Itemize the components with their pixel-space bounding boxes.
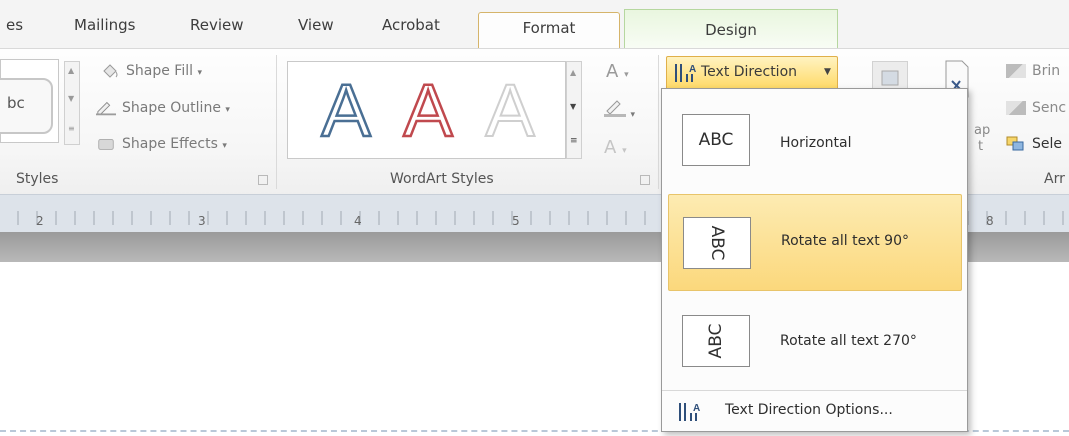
tab-review[interactable]: Review: [190, 16, 244, 34]
tab-format[interactable]: Format: [478, 12, 620, 53]
shape-styles-scroll[interactable]: ▲ ▼ ≡: [64, 61, 80, 145]
wordart-sample-blue[interactable]: A: [318, 74, 374, 146]
text-direction-menu: ABC Horizontal ABC Rotate all text 90° A…: [661, 88, 968, 432]
send-backward-button[interactable]: Senc: [1006, 100, 1066, 116]
selection-pane-label: Sele: [1032, 136, 1063, 152]
horizontal-preview-text: ABC: [698, 130, 734, 150]
selection-pane-button[interactable]: Sele: [1006, 136, 1062, 152]
arrange-group-label: Arr: [1044, 171, 1065, 187]
menu-item-rotate-270[interactable]: ABC Rotate all text 270°: [668, 293, 960, 388]
text-direction-icon: A: [675, 64, 696, 82]
text-effects-icon: A: [604, 137, 617, 158]
text-fill-icon: A: [606, 61, 619, 82]
wrap-text-label-a: ap: [974, 123, 991, 138]
wordart-gallery-scroll[interactable]: ▲ ▼ ≡: [566, 61, 582, 159]
text-effects-button[interactable]: A ▾: [604, 137, 627, 158]
scroll-down-icon: ▼: [68, 94, 75, 103]
shape-fill-button[interactable]: Shape Fill ▾: [100, 63, 202, 79]
send-backward-label: Senc: [1032, 100, 1067, 116]
menu-item-rotate-90[interactable]: ABC Rotate all text 90°: [668, 194, 962, 291]
rotate-270-preview-icon: ABC: [682, 315, 750, 367]
text-direction-options-icon: A: [679, 403, 700, 421]
ruler-mark: 8: [986, 214, 994, 228]
shape-style-thumbnail[interactable]: bc: [0, 78, 53, 134]
dropdown-arrow-icon: ▾: [222, 141, 227, 151]
dialog-launcher-icon[interactable]: [258, 175, 268, 185]
group-divider: [276, 55, 277, 189]
text-fill-button[interactable]: A ▾: [606, 61, 629, 82]
dropdown-arrow-icon: ▾: [622, 146, 627, 156]
text-outline-icon: [604, 100, 626, 117]
rotate-270-preview-text: ABC: [706, 323, 726, 359]
ruler-mark: 2: [36, 214, 44, 228]
tab-mailings[interactable]: Mailings: [74, 16, 135, 34]
tab-view[interactable]: View: [298, 16, 334, 34]
shape-styles-gallery[interactable]: bc: [0, 59, 59, 143]
bring-forward-icon: [1006, 64, 1026, 78]
tab-format-label: Format: [522, 19, 576, 37]
text-direction-button[interactable]: A Text Direction ▼: [666, 56, 838, 90]
menu-item-horizontal-label: Horizontal: [780, 135, 852, 151]
shape-effects-button[interactable]: Shape Effects ▾: [96, 136, 227, 152]
menu-item-text-direction-options[interactable]: A Text Direction Options...: [662, 392, 967, 430]
shape-styles-group-label: Styles: [16, 171, 59, 187]
tab-design[interactable]: Design: [624, 9, 838, 51]
svg-text:A: A: [689, 64, 696, 75]
shape-style-thumb-label: bc: [7, 94, 25, 112]
dropdown-arrow-icon: ▾: [197, 68, 202, 78]
wordart-sample-red-text: A: [403, 74, 453, 146]
menu-separator: [662, 390, 967, 391]
rotate-90-preview-icon: ABC: [683, 217, 751, 269]
text-direction-label: Text Direction: [701, 64, 798, 80]
svg-text:A: A: [693, 403, 700, 414]
tab-design-label: Design: [705, 21, 757, 39]
tab-mailings-partial[interactable]: es: [6, 16, 23, 34]
bring-forward-label: Brin: [1032, 63, 1061, 79]
pencil-outline-icon: [96, 101, 116, 116]
expand-gallery-icon: ≡: [68, 124, 75, 133]
menu-item-horizontal[interactable]: ABC Horizontal: [668, 97, 960, 192]
dropdown-arrow-icon: ▾: [630, 110, 635, 120]
bring-forward-button[interactable]: Brin: [1006, 63, 1060, 79]
paint-bucket-icon: [103, 64, 118, 78]
wrap-text-label-b: t: [978, 139, 984, 154]
menu-item-rotate-270-label: Rotate all text 270°: [780, 333, 917, 349]
wordart-styles-group-label: WordArt Styles: [390, 171, 494, 187]
dropdown-arrow-icon: ▾: [624, 70, 629, 80]
wordart-sample-blue-text: A: [321, 74, 371, 146]
scroll-down-icon: ▼: [570, 102, 577, 111]
group-divider: [658, 55, 659, 189]
text-direction-options-label: Text Direction Options...: [725, 402, 893, 418]
shape-fill-label: Shape Fill: [126, 63, 193, 79]
wordart-sample-gray-text: A: [485, 74, 535, 146]
wordart-styles-gallery[interactable]: A A A: [287, 61, 566, 159]
dialog-launcher-icon[interactable]: [640, 175, 650, 185]
ruler-mark: 4: [354, 214, 362, 228]
text-outline-button[interactable]: ▾: [604, 99, 635, 121]
tab-acrobat[interactable]: Acrobat: [382, 16, 440, 34]
ribbon-tab-row: es Mailings Review View Acrobat Format D…: [0, 0, 1069, 53]
ruler-mark: 5: [512, 214, 520, 228]
expand-gallery-icon: ≡: [570, 136, 578, 146]
horizontal-preview-icon: ABC: [682, 114, 750, 166]
wordart-sample-gray[interactable]: A: [482, 74, 538, 146]
wordart-sample-red[interactable]: A: [400, 74, 456, 146]
scroll-up-icon: ▲: [68, 66, 75, 75]
dropdown-arrow-icon: ▼: [824, 67, 831, 77]
rotate-90-preview-text: ABC: [707, 225, 727, 261]
shape-effects-icon: [98, 138, 114, 150]
dropdown-arrow-icon: ▾: [225, 105, 230, 115]
ruler-mark: 3: [198, 214, 206, 228]
menu-item-rotate-90-label: Rotate all text 90°: [781, 233, 909, 249]
selection-pane-icon: [1006, 136, 1024, 151]
shape-outline-label: Shape Outline: [122, 100, 221, 116]
shape-effects-label: Shape Effects: [122, 136, 218, 152]
shape-outline-button[interactable]: Shape Outline ▾: [96, 100, 230, 116]
send-backward-icon: [1006, 101, 1026, 115]
scroll-up-icon: ▲: [570, 68, 577, 77]
